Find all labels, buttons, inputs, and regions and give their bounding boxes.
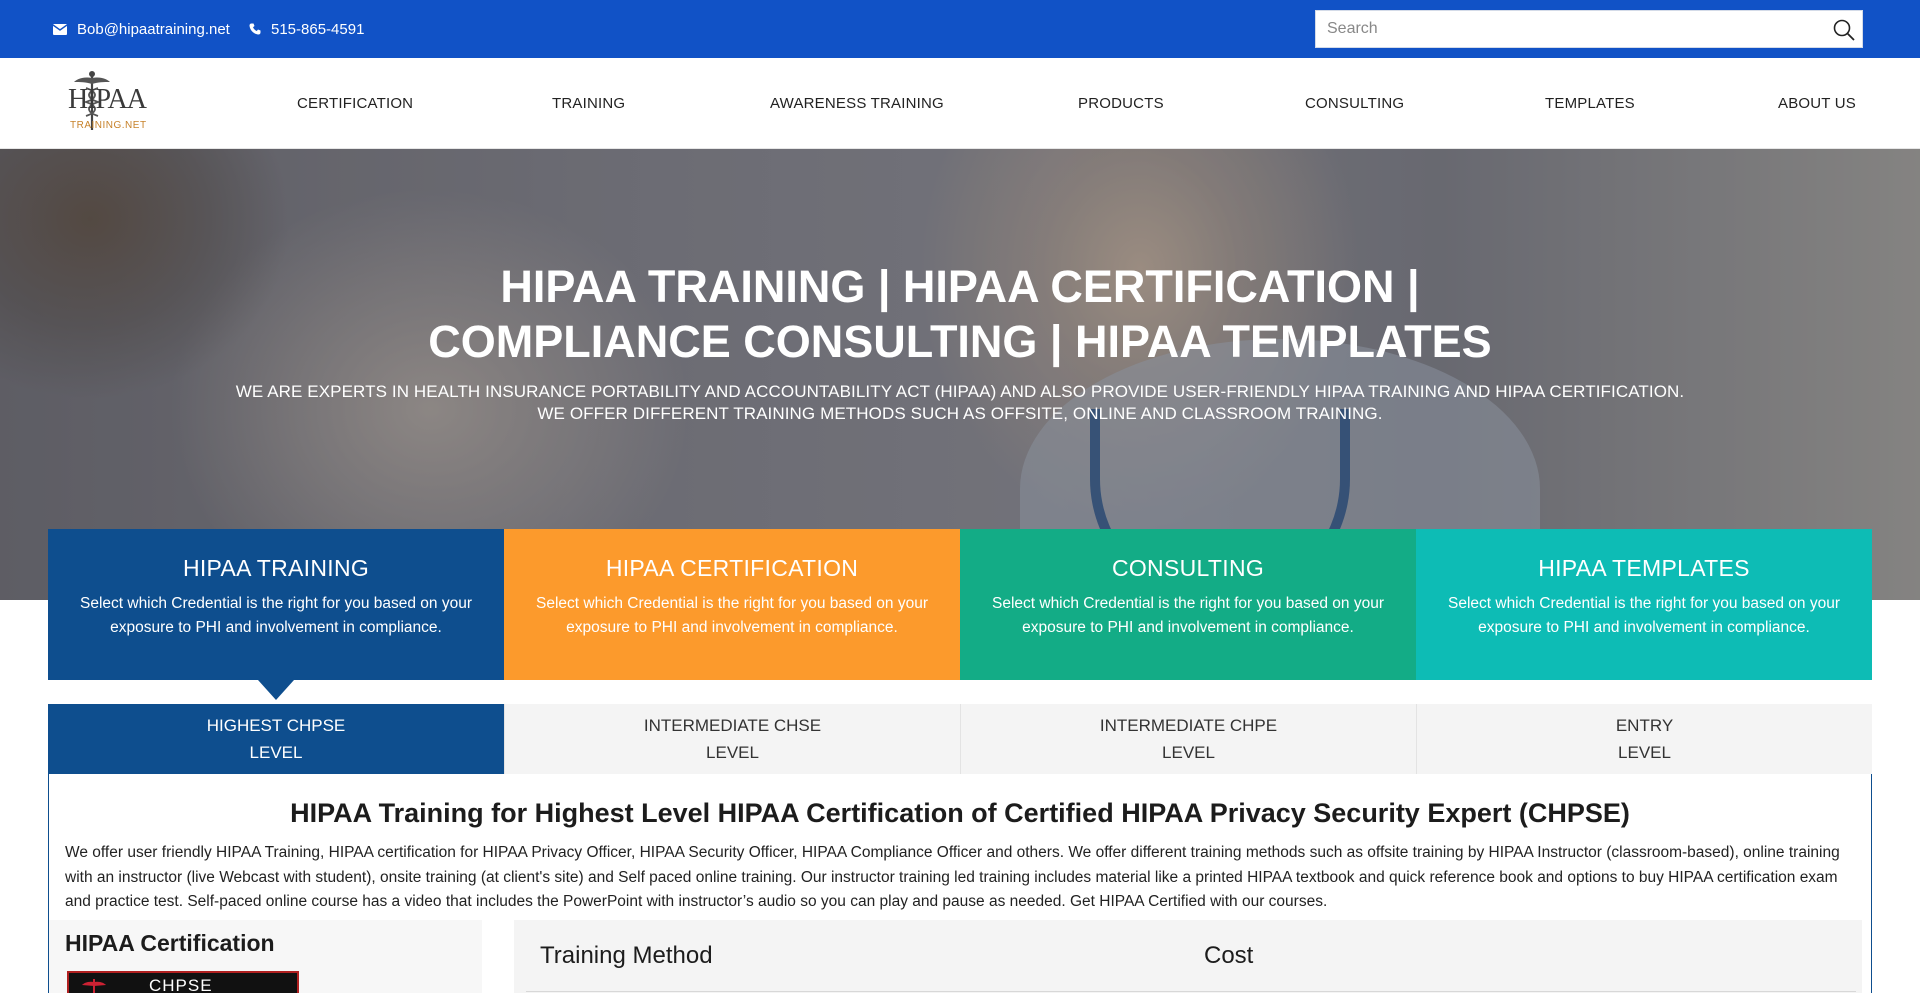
card-hipaa-training[interactable]: HIPAA TRAINING Select which Credential i… — [48, 529, 504, 700]
hero-subtitle-line1: WE ARE EXPERTS IN HEALTH INSURANCE PORTA… — [235, 382, 1685, 401]
tab-label-line2: LEVEL — [1162, 743, 1215, 762]
search-box — [1315, 10, 1863, 48]
nav-products[interactable]: PRODUCTS — [1078, 58, 1164, 149]
training-method-header: Training Method — [540, 942, 713, 969]
badge-text: CHPSE — [149, 976, 213, 993]
tab-entry[interactable]: ENTRY LEVEL — [1416, 704, 1872, 774]
cost-header: Cost — [1204, 942, 1254, 969]
envelope-icon — [53, 23, 67, 35]
contact-email[interactable]: Bob@hipaatraining.net — [53, 0, 230, 58]
nav-templates[interactable]: TEMPLATES — [1545, 58, 1635, 149]
card-title: CONSULTING — [1111, 555, 1265, 581]
certification-sidebar: HIPAA Certification CHPSE — [49, 920, 482, 993]
tab-highest-chpse[interactable]: HIGHEST CHPSE LEVEL — [48, 704, 504, 792]
caduceus-badge-icon — [82, 979, 106, 993]
main-navbar: HIPAA TRAINING.NET CERTIFICATION TRAININ… — [0, 58, 1920, 149]
card-description: Select which Credential is the right for… — [1447, 595, 1841, 636]
table-divider — [526, 991, 1856, 992]
hero-subtitle-line2: WE OFFER DIFFERENT TRAINING METHODS SUCH… — [537, 404, 1383, 423]
tab-label-line1: INTERMEDIATE CHSE — [643, 716, 822, 735]
tab-label-line1: INTERMEDIATE CHPE — [1099, 716, 1278, 735]
hero-title-line2: COMPLIANCE CONSULTING | HIPAA TEMPLATES — [428, 316, 1492, 367]
chpse-badge: CHPSE — [67, 971, 299, 993]
card-description: Select which Credential is the right for… — [991, 595, 1385, 636]
contact-phone[interactable]: 515-865-4591 — [249, 0, 364, 58]
card-hipaa-certification[interactable]: HIPAA CERTIFICATION Select which Credent… — [504, 529, 960, 680]
card-title: HIPAA CERTIFICATION — [605, 555, 859, 581]
nav-about-us[interactable]: ABOUT US — [1778, 58, 1856, 149]
feature-cards: HIPAA TRAINING Select which Credential i… — [48, 529, 1872, 700]
nav-training[interactable]: TRAINING — [552, 58, 625, 149]
card-hipaa-templates[interactable]: HIPAA TEMPLATES Select which Credential … — [1416, 529, 1872, 680]
card-description: Select which Credential is the right for… — [535, 595, 929, 636]
card-title: HIPAA TEMPLATES — [1538, 555, 1750, 581]
tab-label-line1: HIGHEST CHPSE — [206, 716, 346, 735]
email-text: Bob@hipaatraining.net — [77, 20, 230, 38]
card-consulting[interactable]: CONSULTING Select which Credential is th… — [960, 529, 1416, 680]
tab-content-panel: HIPAA Training for Highest Level HIPAA C… — [48, 774, 1872, 993]
site-logo[interactable]: HIPAA TRAINING.NET — [68, 70, 150, 136]
phone-icon — [249, 23, 261, 35]
card-description: Select which Credential is the right for… — [79, 595, 473, 636]
search-input[interactable] — [1316, 11, 1816, 47]
tab-intermediate-chpe[interactable]: INTERMEDIATE CHPE LEVEL — [960, 704, 1416, 774]
sidebar-title: HIPAA Certification — [65, 930, 275, 956]
top-bar: Bob@hipaatraining.net 515-865-4591 — [0, 0, 1920, 58]
logo-text: HIPAA — [68, 84, 147, 115]
tab-intermediate-chse[interactable]: INTERMEDIATE CHSE LEVEL — [504, 704, 960, 774]
tab-label-line2: LEVEL — [249, 743, 303, 762]
logo-subtext: TRAINING.NET — [70, 120, 147, 131]
training-method-table: Training Method Cost — [514, 920, 1862, 993]
tab-label-line2: LEVEL — [706, 743, 759, 762]
phone-text: 515-865-4591 — [271, 20, 365, 38]
hero-subtitle: WE ARE EXPERTS IN HEALTH INSURANCE PORTA… — [0, 381, 1920, 425]
level-tabs: HIGHEST CHPSE LEVEL INTERMEDIATE CHSE LE… — [48, 704, 1872, 792]
panel-description: We offer user friendly HIPAA Training, H… — [65, 844, 1840, 910]
hero-title-line1: HIPAA TRAINING | HIPAA CERTIFICATION | — [500, 261, 1420, 312]
search-icon[interactable] — [1832, 18, 1856, 42]
nav-certification[interactable]: CERTIFICATION — [297, 58, 413, 149]
tab-label-line2: LEVEL — [1618, 743, 1671, 762]
nav-awareness-training[interactable]: AWARENESS TRAINING — [770, 58, 944, 149]
panel-title: HIPAA Training for Highest Level HIPAA C… — [290, 798, 1630, 828]
card-pointer — [258, 680, 294, 700]
hero-title: HIPAA TRAINING | HIPAA CERTIFICATION | C… — [0, 259, 1920, 369]
nav-consulting[interactable]: CONSULTING — [1305, 58, 1404, 149]
tab-label-line1: ENTRY — [1615, 716, 1674, 735]
card-title: HIPAA TRAINING — [182, 555, 370, 581]
